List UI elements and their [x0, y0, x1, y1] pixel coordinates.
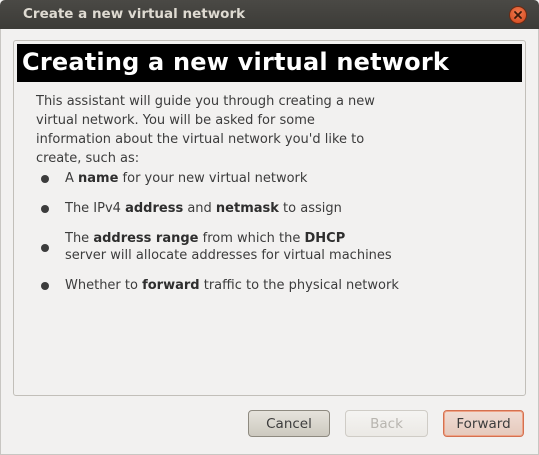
window-title: Create a new virtual network: [23, 6, 246, 22]
cancel-button[interactable]: Cancel: [248, 410, 330, 437]
intro-line: This assistant will guide you through cr…: [36, 94, 375, 109]
close-button[interactable]: [509, 6, 527, 24]
bullet-dot: [41, 244, 49, 252]
list-item-text: Whether to forward traffic to the physic…: [65, 278, 399, 293]
intro-text: This assistant will guide you through cr…: [36, 92, 396, 168]
list-item-text: A name for your new virtual network: [65, 171, 308, 186]
intro-line: create, such as:: [36, 151, 140, 166]
intro-line: information about the virtual network yo…: [36, 132, 365, 147]
back-button[interactable]: Back: [345, 410, 428, 437]
page-header: Creating a new virtual network: [17, 44, 522, 82]
intro-line: virtual network. You will be asked for s…: [36, 113, 315, 128]
window-titlebar: Create a new virtual network: [0, 0, 539, 29]
list-item-text: The address range from which the DHCP se…: [65, 231, 392, 263]
bullet-dot: [41, 175, 49, 183]
bullet-dot: [41, 282, 49, 290]
forward-button[interactable]: Forward: [443, 410, 524, 437]
close-icon: [514, 11, 522, 19]
bullet-dot: [41, 205, 49, 213]
list-item-text: The IPv4 address and netmask to assign: [65, 201, 342, 216]
page-title: Creating a new virtual network: [22, 48, 450, 76]
